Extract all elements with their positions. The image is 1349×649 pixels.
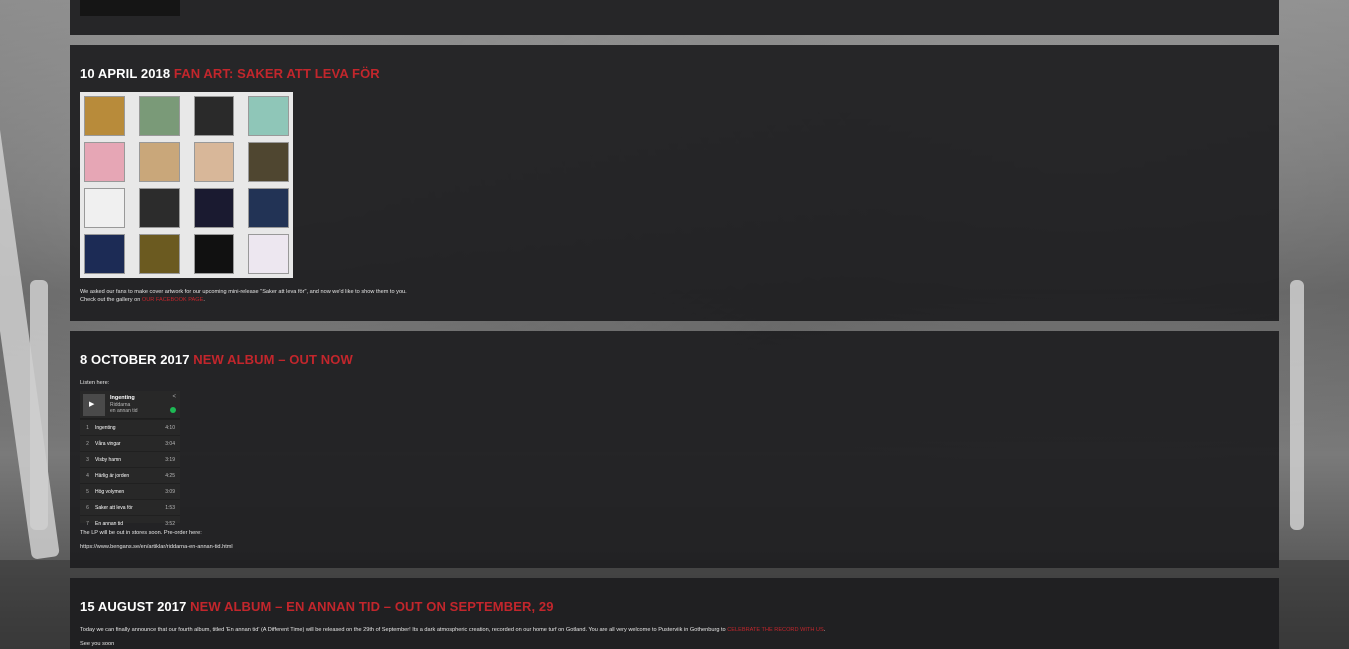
post-text-body: Today we can finally announce that our f… bbox=[80, 627, 728, 633]
post-text-2: Check out the gallery on OUR FACEBOOK PA… bbox=[80, 296, 205, 304]
previous-post-card bbox=[70, 0, 1279, 35]
gallery-tile[interactable] bbox=[193, 234, 235, 274]
preorder-text: The LP will be out in stores soon. Pre-o… bbox=[80, 530, 202, 536]
track-duration: 3:04 bbox=[165, 440, 175, 447]
gallery-tile[interactable] bbox=[193, 142, 235, 182]
post-fan-art: 10 APRIL 2018 FAN ART: SAKER ATT LEVA FÖ… bbox=[70, 45, 1279, 321]
post-text: We asked our fans to make cover artwork … bbox=[80, 289, 407, 295]
post-heading: 15 AUGUST 2017 NEW ALBUM – EN ANNAN TID … bbox=[80, 599, 554, 614]
fan-art-gallery[interactable] bbox=[80, 92, 293, 278]
gallery-tile[interactable] bbox=[84, 142, 125, 182]
player-header: ▶ Ingenting Riddarna en annan tid < bbox=[80, 391, 180, 419]
facebook-link[interactable]: OUR FACEBOOK PAGE bbox=[142, 297, 203, 303]
track-row[interactable]: 4 Härlig är jorden 4:25 bbox=[80, 467, 180, 483]
post-text-suffix: . bbox=[203, 297, 205, 303]
listen-label: Listen here: bbox=[80, 380, 110, 386]
track-number: 1 bbox=[86, 424, 89, 431]
track-row[interactable]: 5 Hög volymen 3:09 bbox=[80, 483, 180, 499]
track-row[interactable]: 2 Våra vingar 3:04 bbox=[80, 435, 180, 451]
track-name: Saker att leva för bbox=[95, 504, 133, 511]
track-number: 7 bbox=[86, 520, 89, 527]
player-track: Ingenting bbox=[110, 395, 135, 401]
track-list: 1 Ingenting 4:10 2 Våra vingar 3:04 3 Visby ham… bbox=[80, 419, 180, 531]
gallery-tile[interactable] bbox=[248, 234, 289, 274]
track-name: Hög volymen bbox=[95, 488, 125, 495]
player-album[interactable]: en annan tid bbox=[110, 408, 138, 414]
track-name: Härlig är jorden bbox=[95, 472, 130, 479]
gallery-tile[interactable] bbox=[248, 188, 289, 228]
track-name: Ingenting bbox=[95, 424, 116, 431]
previous-post-thumbnail bbox=[80, 0, 180, 16]
post-heading: 10 APRIL 2018 FAN ART: SAKER ATT LEVA FÖ… bbox=[80, 66, 380, 81]
tree-trunk bbox=[30, 280, 48, 530]
track-duration: 4:25 bbox=[165, 472, 175, 479]
track-number: 6 bbox=[86, 504, 89, 511]
track-duration: 3:09 bbox=[165, 488, 175, 495]
tree-trunk bbox=[1290, 280, 1304, 530]
preorder-url[interactable]: https://www.bengans.se/en/artiklar/ridda… bbox=[80, 543, 233, 551]
gallery-tile[interactable] bbox=[138, 234, 180, 274]
track-name: En annan tid bbox=[95, 520, 124, 527]
celebrate-link[interactable]: CELEBRATE THE RECORD WITH US bbox=[727, 627, 823, 633]
post-text-prefix: Check out the gallery on bbox=[80, 297, 142, 303]
share-icon[interactable]: < bbox=[172, 394, 176, 400]
post-title[interactable]: NEW ALBUM – EN ANNAN TID – OUT ON SEPTEM… bbox=[190, 599, 553, 614]
track-row[interactable]: 3 Visby hamn 3:19 bbox=[80, 451, 180, 467]
play-icon[interactable]: ▶ bbox=[89, 400, 94, 408]
track-number: 2 bbox=[86, 440, 89, 447]
post-title[interactable]: FAN ART: SAKER ATT LEVA FÖR bbox=[174, 66, 380, 81]
track-row[interactable]: 1 Ingenting 4:10 bbox=[80, 419, 180, 435]
gallery-tile[interactable] bbox=[248, 96, 289, 136]
gallery-tile[interactable] bbox=[84, 188, 125, 228]
gallery-tile[interactable] bbox=[138, 96, 180, 136]
post-new-album: 8 OCTOBER 2017 NEW ALBUM – OUT NOW Liste… bbox=[70, 331, 1279, 568]
track-duration: 1:53 bbox=[165, 504, 175, 511]
post-date: 15 AUGUST 2017 bbox=[80, 599, 187, 614]
gallery-tile[interactable] bbox=[138, 142, 180, 182]
track-row[interactable]: 6 Saker att leva för 1:53 bbox=[80, 499, 180, 515]
gallery-tile[interactable] bbox=[84, 96, 125, 136]
track-duration: 4:10 bbox=[165, 424, 175, 431]
track-number: 4 bbox=[86, 472, 89, 479]
track-number: 3 bbox=[86, 456, 89, 463]
track-number: 5 bbox=[86, 488, 89, 495]
spotify-logo-icon[interactable] bbox=[170, 407, 176, 413]
post-date: 8 OCTOBER 2017 bbox=[80, 352, 190, 367]
post-date: 10 APRIL 2018 bbox=[80, 66, 171, 81]
track-name: Våra vingar bbox=[95, 440, 121, 447]
post-text-suffix: . bbox=[823, 627, 826, 633]
gallery-tile[interactable] bbox=[84, 234, 125, 274]
gallery-tile[interactable] bbox=[138, 188, 180, 228]
gallery-tile[interactable] bbox=[193, 188, 235, 228]
gallery-tile[interactable] bbox=[248, 142, 289, 182]
gallery-tile[interactable] bbox=[193, 96, 235, 136]
post-text-2: See you soon bbox=[80, 641, 115, 647]
post-title[interactable]: NEW ALBUM – OUT NOW bbox=[193, 352, 353, 367]
spotify-player[interactable]: ▶ Ingenting Riddarna en annan tid < 1 Ing… bbox=[80, 391, 180, 527]
post-album-announcement: 15 AUGUST 2017 NEW ALBUM – EN ANNAN TID … bbox=[70, 578, 1279, 649]
post-text: Today we can finally announce that our f… bbox=[80, 626, 825, 634]
track-duration: 3:52 bbox=[165, 520, 175, 527]
post-heading: 8 OCTOBER 2017 NEW ALBUM – OUT NOW bbox=[80, 352, 353, 367]
track-name: Visby hamn bbox=[95, 456, 122, 463]
track-duration: 3:19 bbox=[165, 456, 175, 463]
